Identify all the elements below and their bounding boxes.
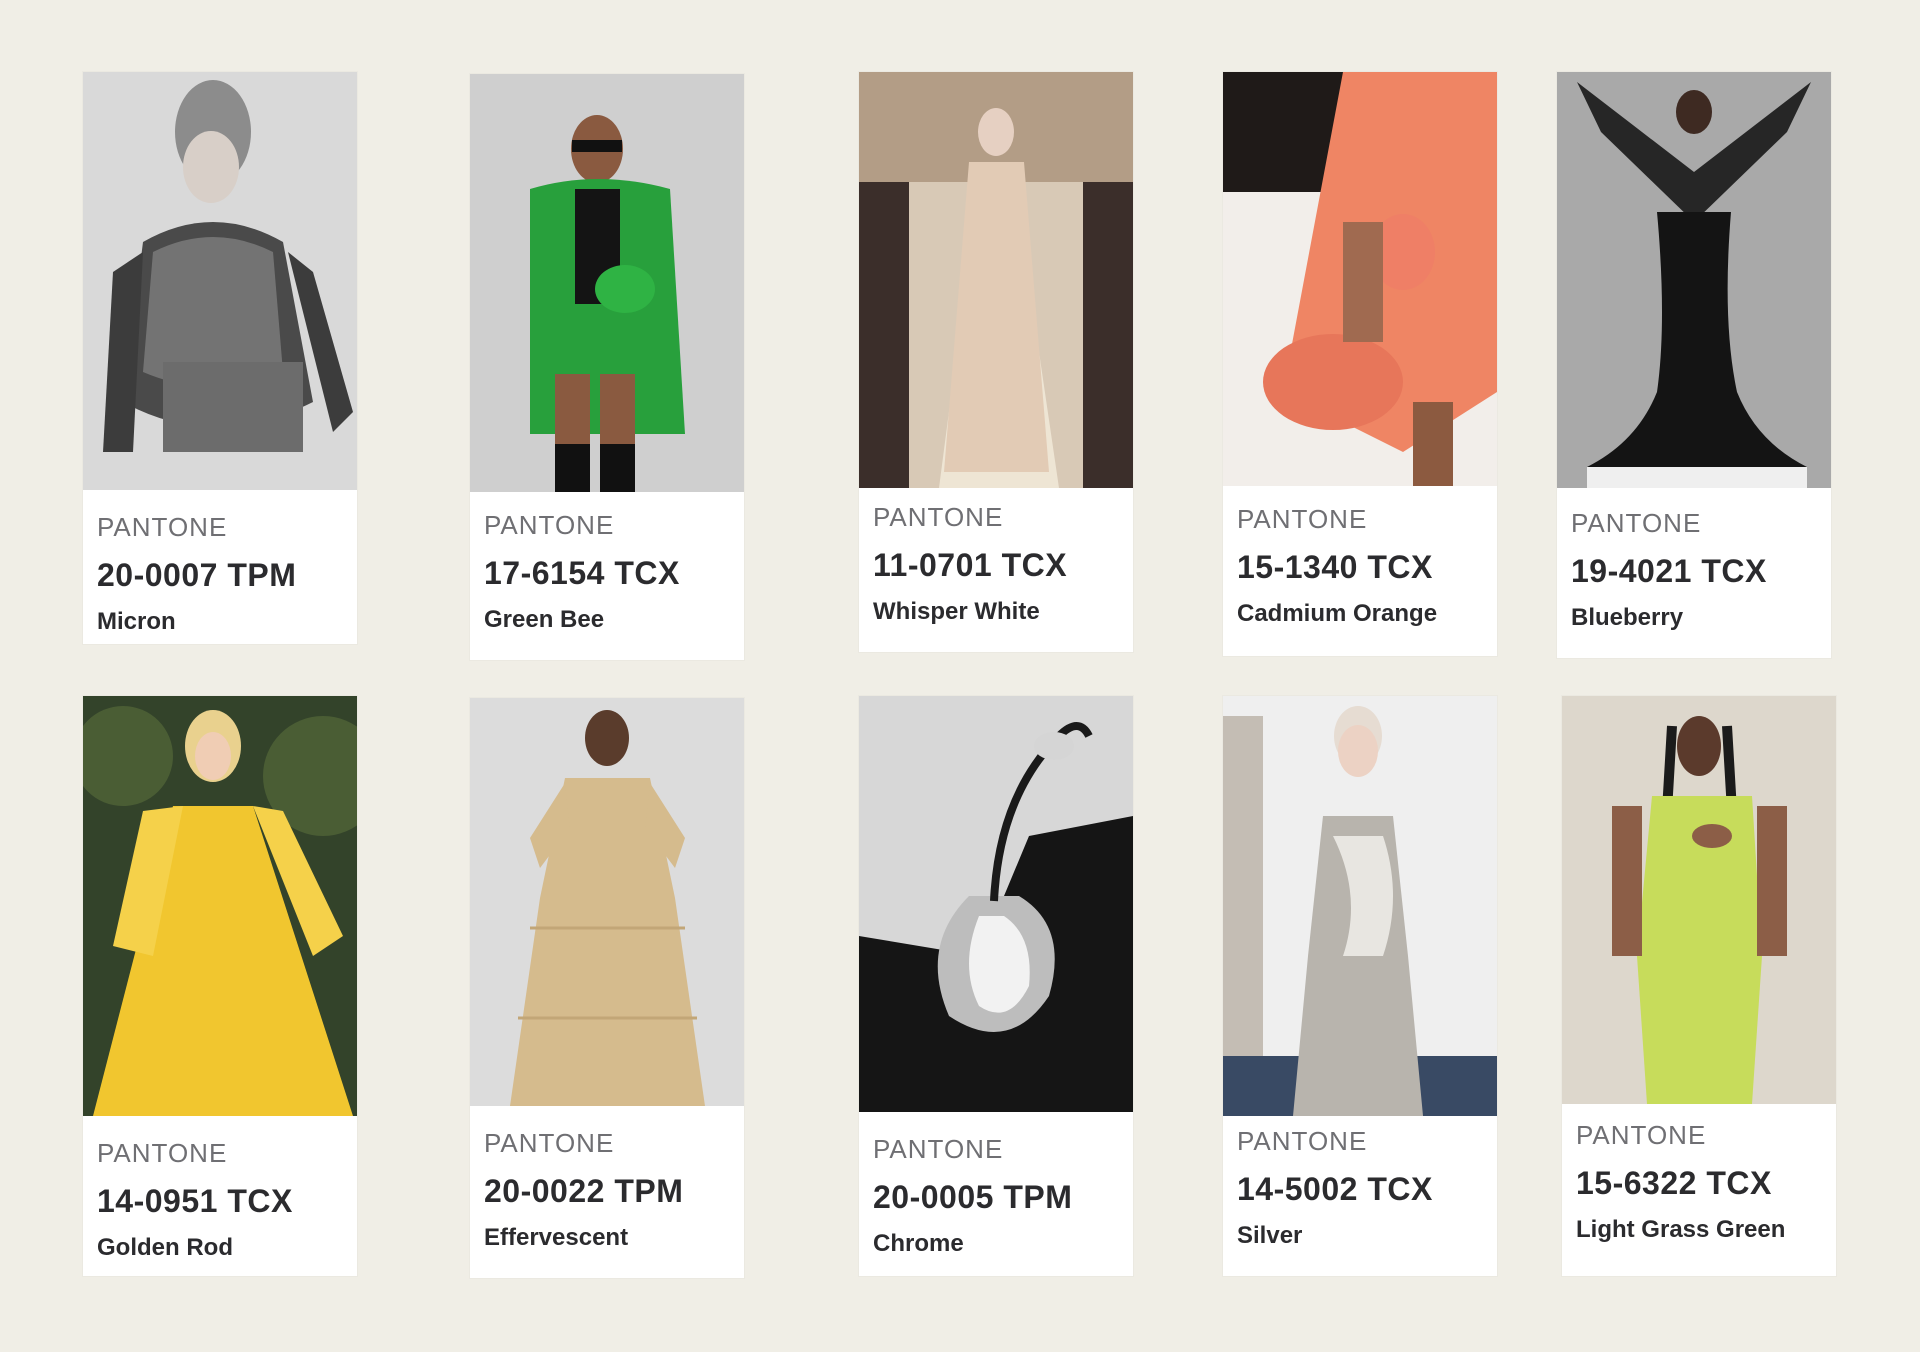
color-name: Micron: [97, 608, 176, 635]
color-name: Effervescent: [484, 1224, 629, 1251]
color-name: Golden Rod: [97, 1234, 233, 1261]
photo-cadmium-orange: [1223, 72, 1497, 486]
color-code: 11-0701 TCX: [873, 547, 1068, 583]
photo-golden-rod: [83, 696, 357, 1116]
color-code: 17-6154 TCX: [484, 555, 680, 591]
photo-effervescent: [470, 698, 744, 1106]
swatch-card-blueberry: PANTONE 19-4021 TCX Blueberry: [1557, 72, 1831, 658]
pantone-label: PANTONE: [873, 1134, 1004, 1164]
photo-silver: [1223, 696, 1497, 1116]
color-code: 14-5002 TCX: [1237, 1171, 1433, 1207]
pantone-label: PANTONE: [873, 502, 1004, 532]
swatch-card-whisper-white: PANTONE 11-0701 TCX Whisper White: [859, 72, 1133, 652]
pantone-label: PANTONE: [97, 1138, 228, 1168]
color-name: Silver: [1237, 1222, 1303, 1249]
color-code: 20-0005 TPM: [873, 1179, 1073, 1215]
color-name: Green Bee: [484, 606, 605, 633]
pantone-label: PANTONE: [1571, 508, 1702, 538]
color-code: 20-0007 TPM: [97, 557, 297, 593]
color-name: Blueberry: [1571, 604, 1684, 631]
photo-light-grass-green: [1562, 696, 1836, 1104]
swatch-card-golden-rod: PANTONE 14-0951 TCX Golden Rod: [83, 696, 357, 1276]
photo-whisper-white: [859, 72, 1133, 488]
pantone-label: PANTONE: [1576, 1120, 1707, 1150]
color-name: Cadmium Orange: [1237, 600, 1438, 627]
color-code: 15-6322 TCX: [1576, 1165, 1772, 1201]
swatch-card-green-bee: PANTONE 17-6154 TCX Green Bee: [470, 74, 744, 660]
swatch-card-effervescent: PANTONE 20-0022 TPM Effervescent: [470, 698, 744, 1278]
photo-blueberry: [1557, 72, 1831, 488]
color-code: 14-0951 TCX: [97, 1183, 293, 1219]
color-code: 19-4021 TCX: [1571, 553, 1767, 589]
color-code: 20-0022 TPM: [484, 1173, 684, 1209]
pantone-label: PANTONE: [484, 510, 615, 540]
pantone-label: PANTONE: [1237, 1126, 1368, 1156]
swatch-card-cadmium-orange: PANTONE 15-1340 TCX Cadmium Orange: [1223, 72, 1497, 656]
color-name: Whisper White: [873, 598, 1040, 625]
swatch-card-silver: PANTONE 14-5002 TCX Silver: [1223, 696, 1497, 1276]
photo-micron: [83, 72, 357, 490]
swatch-card-chrome: PANTONE 20-0005 TPM Chrome: [859, 696, 1133, 1276]
color-name: Chrome: [873, 1230, 964, 1257]
color-code: 15-1340 TCX: [1237, 549, 1433, 585]
pantone-label: PANTONE: [484, 1128, 615, 1158]
pantone-label: PANTONE: [1237, 504, 1368, 534]
pantone-label: PANTONE: [97, 512, 228, 542]
color-name: Light Grass Green: [1576, 1216, 1786, 1243]
swatch-card-light-grass-green: PANTONE 15-6322 TCX Light Grass Green: [1562, 696, 1836, 1276]
photo-chrome: [859, 696, 1133, 1112]
photo-green-bee: [470, 74, 744, 492]
swatch-card-micron: PANTONE 20-0007 TPM Micron: [83, 72, 357, 644]
